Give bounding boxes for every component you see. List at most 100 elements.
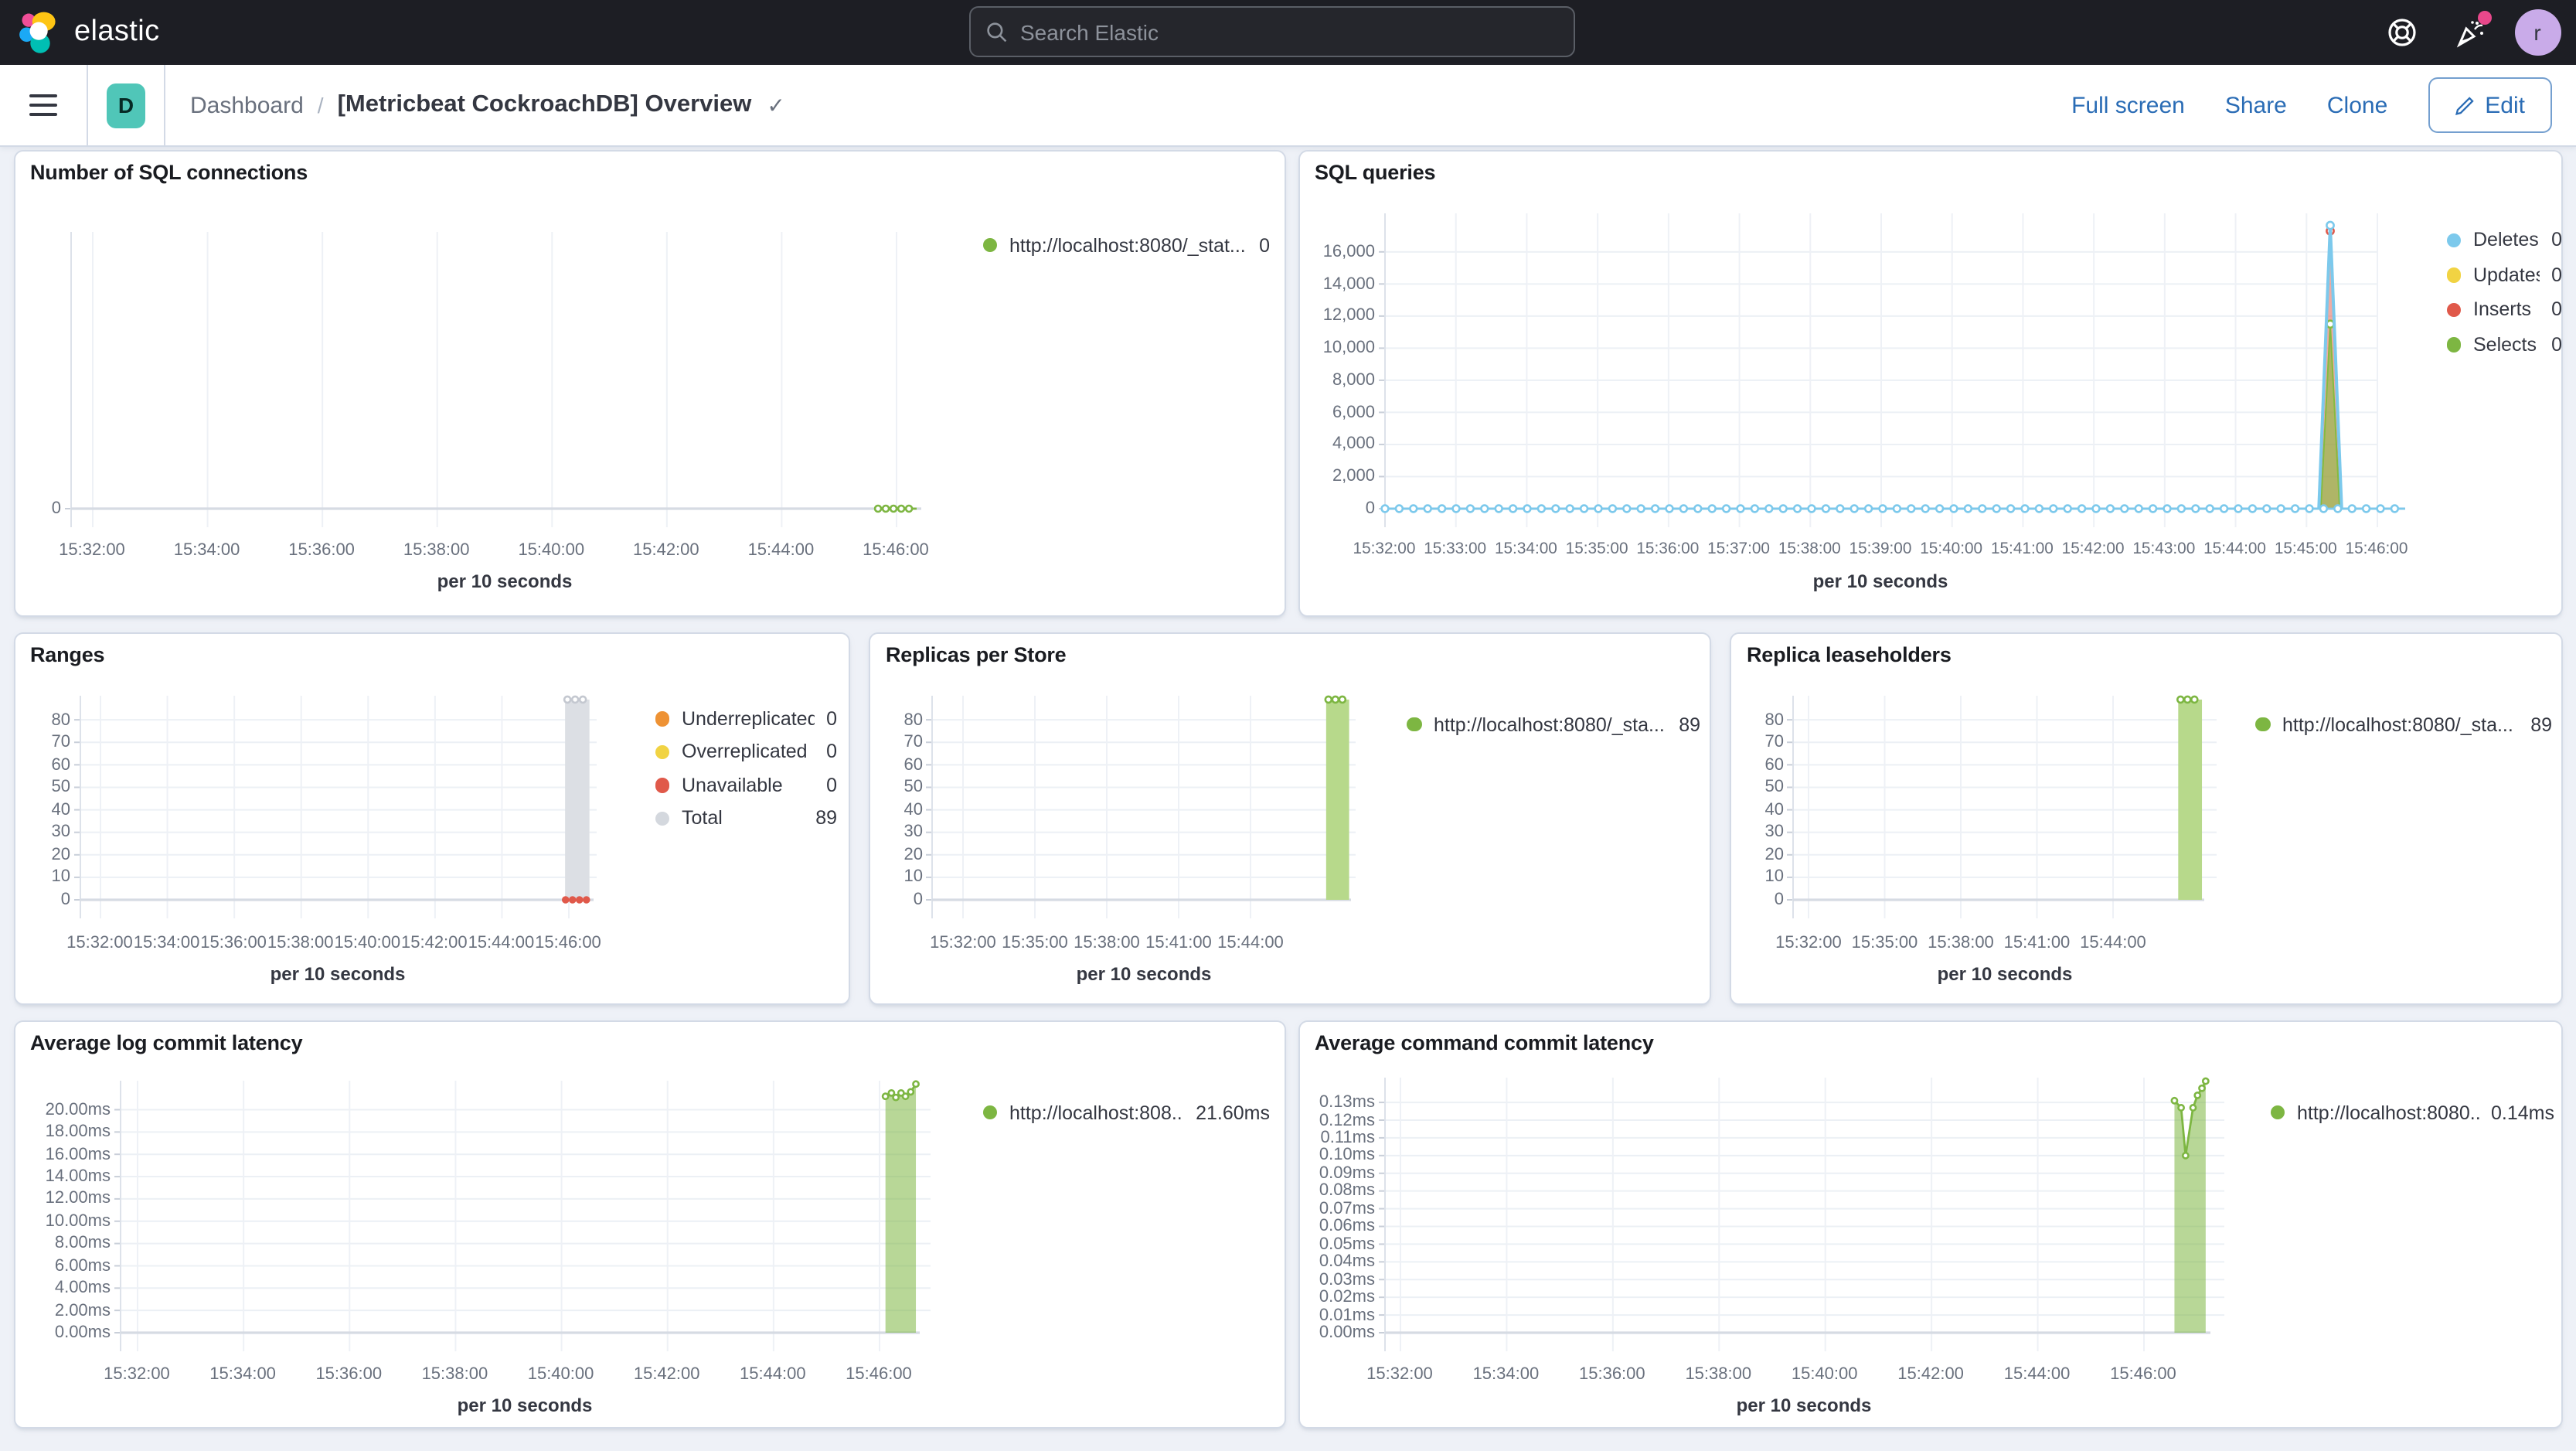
y-tick-label: 2,000: [1332, 467, 1375, 486]
y-tick-label: 50: [1764, 778, 1785, 797]
y-tick-label: 10: [903, 867, 924, 887]
y-tick-label: 14,000: [1322, 274, 1375, 294]
x-tick-label: 15:36:00: [315, 1365, 383, 1384]
menu-icon[interactable]: [29, 94, 57, 116]
legend-item[interactable]: http://localhost:8080... 0.14ms: [2270, 1096, 2554, 1129]
legend-item[interactable]: Unavailable 0: [655, 768, 837, 802]
y-tick-label: 10: [1764, 867, 1785, 887]
y-tick-label: 0.06ms: [1319, 1217, 1375, 1236]
y-tick-label: 6.00ms: [54, 1256, 111, 1276]
news-icon[interactable]: [2446, 9, 2493, 56]
y-tick-label: 30: [1764, 823, 1785, 842]
legend-item[interactable]: http://localhost:8080/_sta... 89: [1407, 708, 1700, 741]
y-tick-label: 0: [60, 891, 70, 909]
space-badge[interactable]: D: [107, 83, 145, 128]
y-tick-label: 50: [903, 778, 924, 797]
panel-title: SQL queries: [1315, 161, 1436, 184]
legend-label: http://localhost:8080...: [2297, 1102, 2479, 1123]
y-tick-label: 0.03ms: [1319, 1270, 1375, 1289]
edit-button[interactable]: Edit: [2428, 77, 2551, 133]
x-tick-label: 15:42:00: [633, 1365, 700, 1384]
y-tick-label: 0.13ms: [1319, 1093, 1375, 1112]
x-tick-label: 15:32:00: [1366, 1365, 1433, 1384]
help-icon[interactable]: [2378, 9, 2425, 56]
y-tick-label: 30: [903, 823, 924, 842]
legend-item[interactable]: http://localhost:8080/_stat... 0: [982, 229, 1270, 261]
x-tick-label: 15:32:00: [104, 1365, 170, 1384]
legend-label: Overreplicated: [682, 741, 808, 763]
y-tick-label: 10.00ms: [45, 1211, 111, 1231]
x-tick-label: 15:44:00: [1217, 934, 1284, 952]
y-tick-label: 70: [51, 733, 71, 752]
legend-label: Total: [682, 807, 723, 829]
legend-value: 0: [2551, 333, 2562, 356]
y-tick-label: 20: [51, 845, 71, 864]
panel-ranges: 80 70 60 50 40 30 20 10 0 15:32:00 15:34:00 15:36:0…: [13, 632, 849, 1005]
legend-label: http://localhost:8080/_sta...: [1434, 714, 1665, 735]
panel-title: Average log commit latency: [30, 1031, 303, 1054]
panel-number-of-sql-connections: 0 15:32:00 15:34:00 15:36:00 15:38:00 15:40:0…: [13, 150, 1285, 617]
y-tick-label: 4.00ms: [54, 1279, 111, 1298]
x-axis-title: per 10 seconds: [270, 963, 406, 985]
legend-dot: [2446, 302, 2461, 317]
elastic-logo[interactable]: elastic: [0, 11, 328, 54]
y-tick-label: 12,000: [1322, 306, 1375, 325]
legend-label: Deletes: [2473, 229, 2539, 251]
legend-dot: [2255, 717, 2270, 732]
elastic-logo-icon: [19, 12, 56, 53]
chart-replica-leaseholders: 80 70 60 50 40 30 20 10 0 15:32:00 15:35:00 15:38:0…: [1731, 634, 2561, 1003]
y-tick-label: 18.00ms: [45, 1122, 111, 1142]
chart-legend: http://localhost:8080/_stat... 0: [982, 229, 1270, 261]
x-tick-label: 15:36:00: [1579, 1365, 1645, 1384]
y-tick-label: 8,000: [1332, 370, 1375, 390]
legend-item[interactable]: Underreplicated 0: [655, 702, 837, 735]
legend-item[interactable]: Updates 0: [2446, 257, 2562, 292]
x-tick-label: 15:44:00: [740, 1365, 806, 1384]
legend-label: Selects: [2473, 333, 2537, 356]
y-tick-label: 0.02ms: [1319, 1288, 1375, 1307]
legend-dot: [2270, 1105, 2285, 1120]
y-tick-label: 40: [903, 800, 924, 819]
chart-sql-queries: 16,000 14,000 12,000 10,000 8,000 6,000 4,000 2…: [1299, 152, 2562, 615]
legend-label: Updates: [2473, 264, 2540, 286]
search-input[interactable]: Search Elastic: [969, 6, 1575, 57]
dashboard-toolbar: D Dashboard / [Metricbeat CockroachDB] O…: [0, 65, 2576, 147]
edit-button-label: Edit: [2485, 92, 2525, 118]
x-tick-label: 15:34:00: [1472, 1365, 1540, 1384]
x-tick-label: 15:34:00: [209, 1365, 276, 1384]
chart-legend: Deletes 0 Updates 0 Inserts 0 Selects 0: [2446, 223, 2562, 362]
breadcrumb-dashboard[interactable]: Dashboard: [190, 92, 304, 118]
x-tick-label: 15:36:00: [288, 541, 355, 560]
avatar[interactable]: r: [2514, 9, 2561, 56]
legend-item[interactable]: http://localhost:8080/_sta... 89: [2255, 708, 2552, 741]
page-title: [Metricbeat CockroachDB] Overview: [337, 91, 752, 118]
y-tick-label: 8.00ms: [54, 1234, 111, 1253]
x-tick-label: 15:38:00: [421, 1365, 488, 1384]
legend-dot: [2446, 267, 2461, 282]
legend-item[interactable]: Overreplicated 0: [655, 735, 837, 768]
x-tick-label: 15:44:00: [747, 541, 815, 560]
legend-dot: [982, 237, 997, 253]
legend-item[interactable]: Selects 0: [2446, 327, 2562, 362]
share-button[interactable]: Share: [2225, 92, 2287, 118]
legend-item[interactable]: Total 89: [655, 802, 837, 835]
breadcrumb: Dashboard / [Metricbeat CockroachDB] Ove…: [190, 91, 785, 119]
check-icon[interactable]: ✓: [767, 92, 784, 118]
y-tick-label: 0: [51, 499, 61, 518]
legend-dot: [655, 744, 669, 759]
legend-dot: [1407, 717, 1421, 732]
legend-item[interactable]: Inserts 0: [2446, 292, 2562, 327]
y-tick-label: 10,000: [1322, 339, 1375, 358]
clone-button[interactable]: Clone: [2327, 92, 2387, 118]
y-tick-label: 0.04ms: [1319, 1252, 1375, 1272]
legend-item[interactable]: http://localhost:808... 21.60ms: [982, 1096, 1270, 1129]
panel-title: Replicas per Store: [886, 643, 1067, 666]
panel-average-command-commit-latency: 0.13ms 0.12ms 0.11ms 0.10ms 0.09ms 0.08ms 0.07…: [1298, 1020, 2563, 1429]
full-screen-button[interactable]: Full screen: [2071, 92, 2185, 118]
legend-item[interactable]: Deletes 0: [2446, 223, 2562, 257]
x-tick-label: 15:40:00: [518, 541, 585, 560]
y-tick-label: 0.12ms: [1319, 1111, 1375, 1129]
header-right: r: [2378, 0, 2561, 65]
y-tick-label: 80: [903, 710, 924, 730]
y-tick-label: 0.00ms: [1319, 1323, 1375, 1342]
